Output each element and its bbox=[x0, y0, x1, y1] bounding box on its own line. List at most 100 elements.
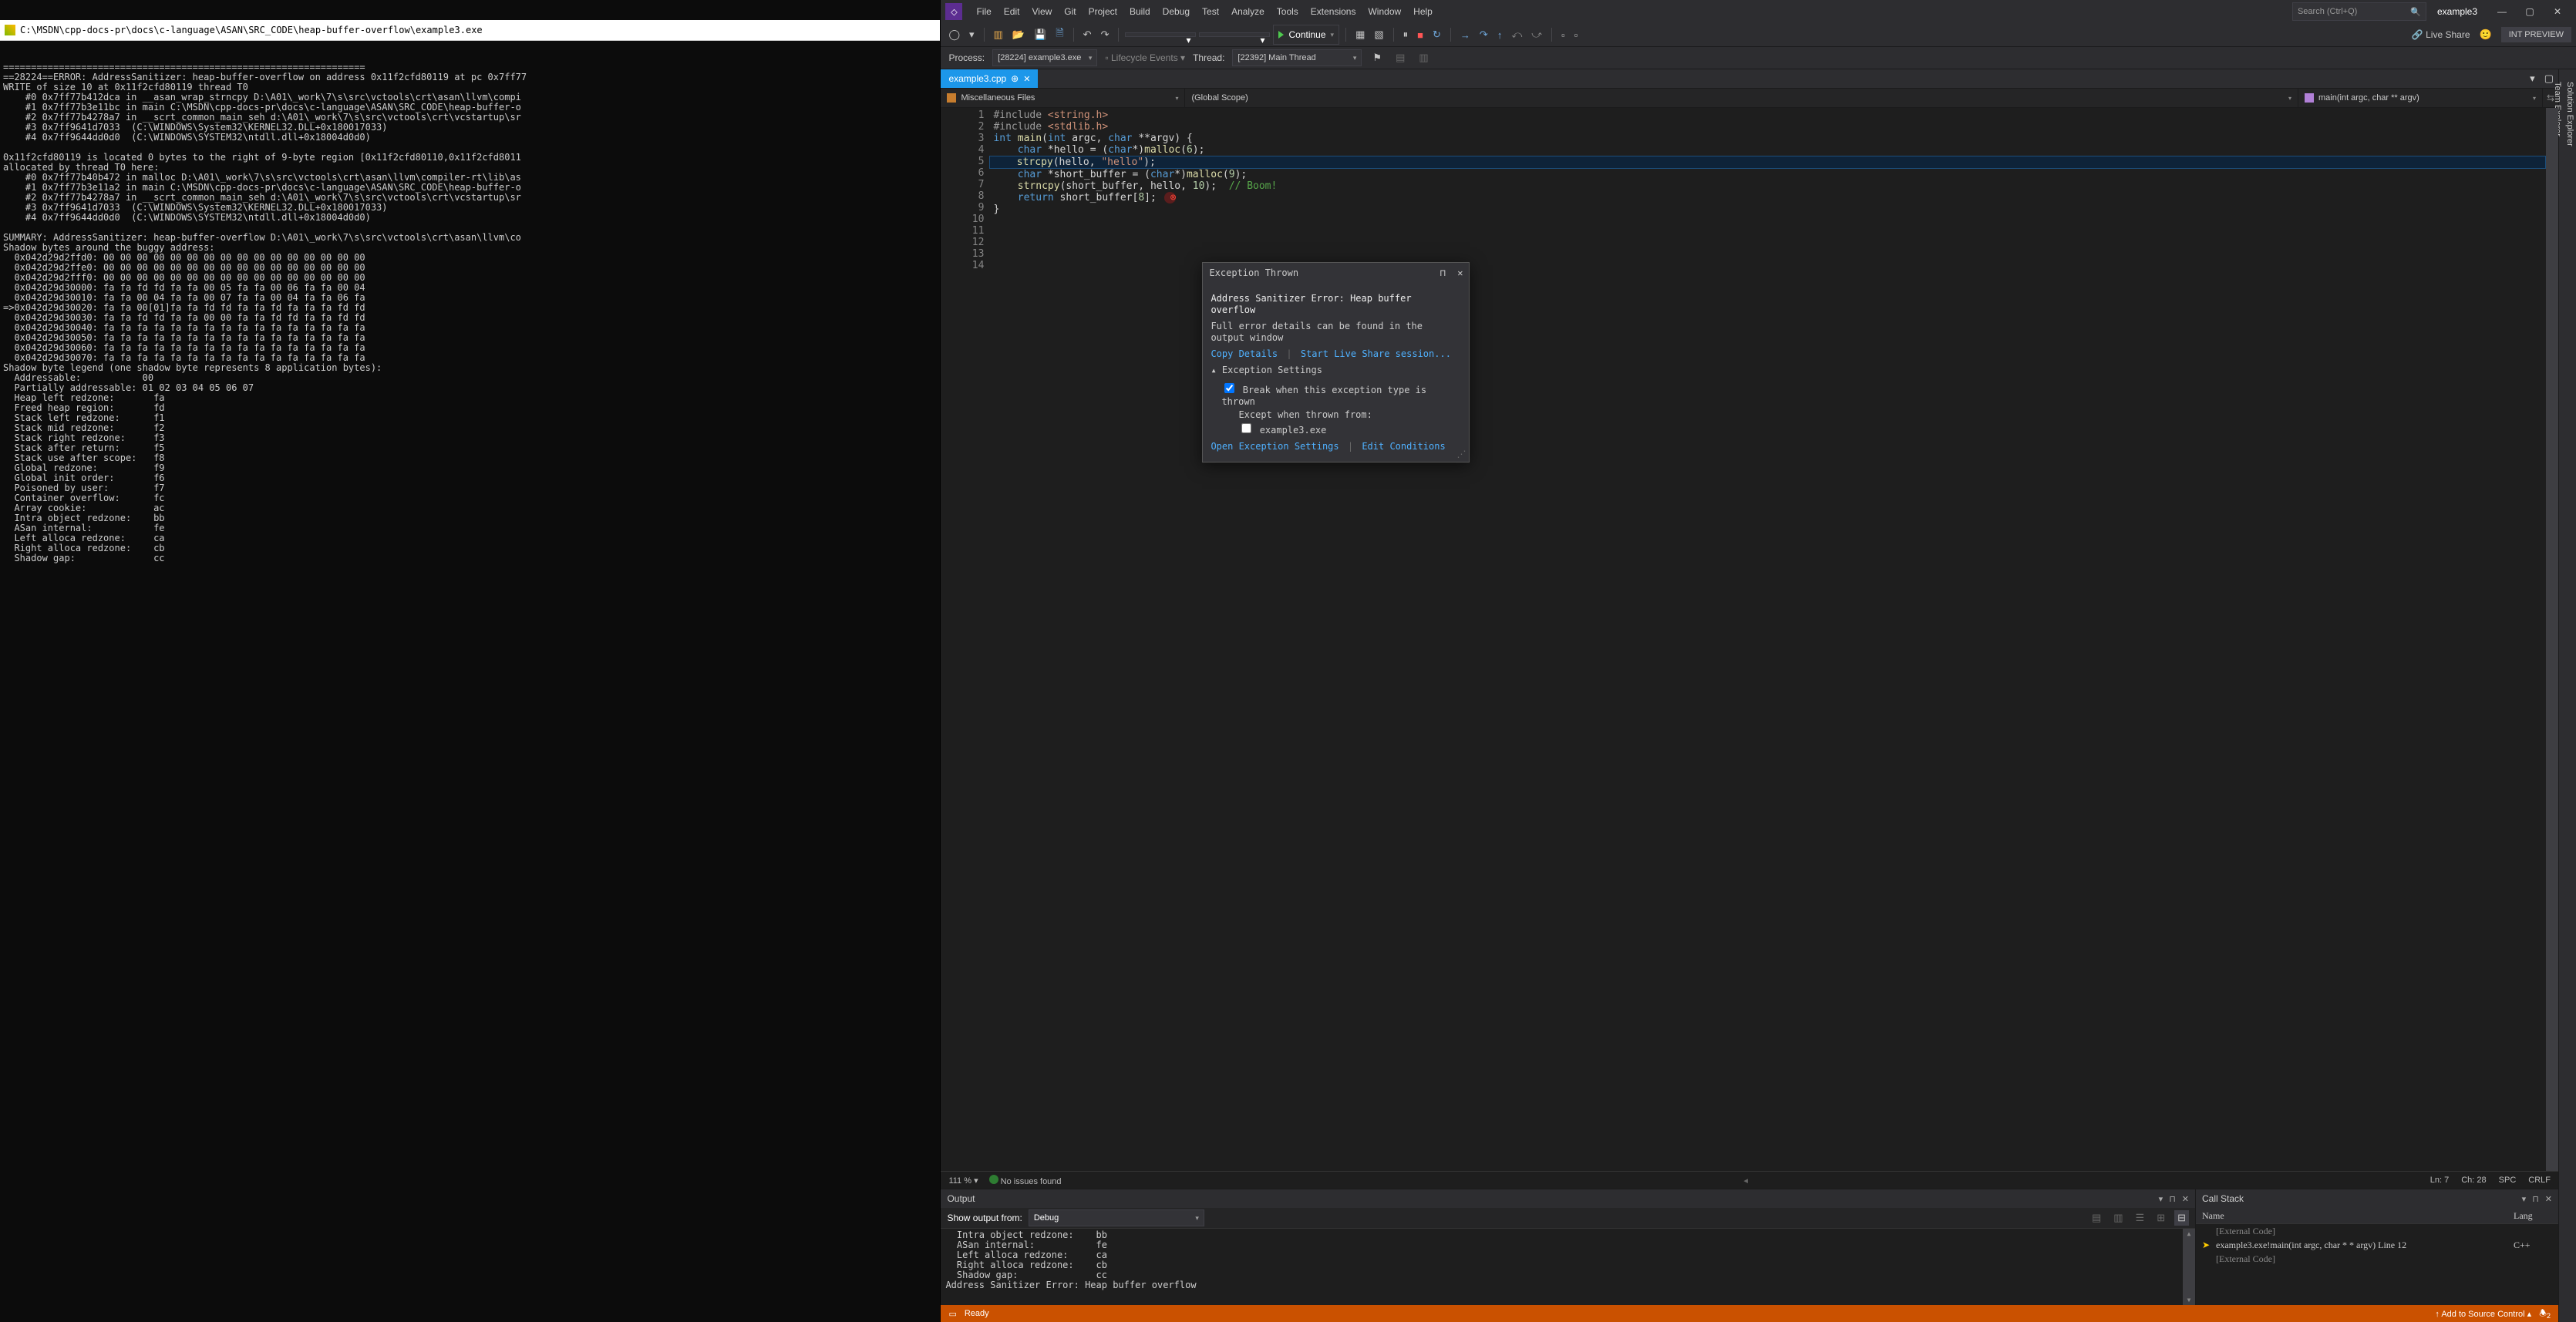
forward-icon[interactable]: ▾ bbox=[966, 27, 978, 42]
liveshare-link[interactable]: Start Live Share session... bbox=[1301, 348, 1451, 359]
menu-project[interactable]: Project bbox=[1083, 0, 1123, 23]
output-source-dropdown[interactable]: Debug bbox=[1029, 1209, 1204, 1226]
code-line[interactable]: return short_buffer[8]; ⊗ bbox=[990, 192, 2546, 204]
process-dropdown[interactable]: [28224] example3.exe bbox=[992, 49, 1097, 66]
menu-help[interactable]: Help bbox=[1407, 0, 1439, 23]
pane-dropdown-icon[interactable]: ▾ bbox=[2159, 1194, 2164, 1204]
issues-status[interactable]: No issues found bbox=[989, 1175, 1062, 1186]
zoom-level[interactable]: 111 % ▾ bbox=[948, 1176, 978, 1186]
save-icon[interactable]: 💾 bbox=[1031, 27, 1049, 42]
save-all-icon[interactable]: 🗎 bbox=[1052, 25, 1066, 45]
tab-menu-icon[interactable]: ▾ bbox=[2525, 69, 2540, 88]
pause-icon[interactable]: ⏸ bbox=[1400, 27, 1412, 42]
code-line[interactable]: strcpy(hello, "hello"); bbox=[989, 156, 2546, 169]
thread-dropdown[interactable]: [22392] Main Thread bbox=[1232, 49, 1362, 66]
break-checkbox[interactable]: Break when this exception type is thrown bbox=[1221, 385, 1426, 407]
feedback-icon[interactable]: 🙂 bbox=[2477, 27, 2495, 42]
pin-icon[interactable]: ⊓ bbox=[1440, 267, 1446, 278]
indent-mode[interactable]: SPC bbox=[2499, 1176, 2517, 1185]
solution-explorer-tab[interactable]: Solution Explorer bbox=[2564, 77, 2576, 1322]
undo-icon[interactable]: ↶ bbox=[1080, 27, 1095, 42]
stop-icon[interactable]: ■ bbox=[1414, 28, 1426, 42]
menu-file[interactable]: File bbox=[970, 0, 997, 23]
code-line[interactable]: #include <stdlib.h> bbox=[990, 121, 2546, 133]
config-dropdown[interactable]: ▾ bbox=[1125, 32, 1196, 37]
notifications-icon[interactable]: 🕭2 bbox=[2539, 1307, 2551, 1321]
popup-close-icon[interactable]: ✕ bbox=[1457, 267, 1463, 278]
line-ending[interactable]: CRLF bbox=[2528, 1176, 2551, 1185]
step-over-icon[interactable]: ↷ bbox=[1477, 27, 1491, 42]
cs-col-name[interactable]: Name bbox=[2202, 1209, 2514, 1222]
output-tb4-icon[interactable]: ⊞ bbox=[2153, 1210, 2168, 1226]
except-item-checkbox[interactable]: example3.exe bbox=[1238, 425, 1326, 436]
db-icon[interactable]: ▦ bbox=[1352, 27, 1368, 42]
add-source-control[interactable]: ↑ Add to Source Control ▴ bbox=[2435, 1309, 2531, 1319]
stack2-icon[interactable]: ▥ bbox=[1416, 50, 1431, 66]
live-share-button[interactable]: 🔗 Live Share bbox=[2406, 27, 2477, 42]
breadcrumb-function[interactable]: main(int argc, char ** argv) bbox=[2298, 89, 2543, 107]
continue-button[interactable]: Continue ▾ bbox=[1273, 25, 1339, 45]
callstack-row[interactable]: ➤example3.exe!main(int argc, char * * ar… bbox=[2196, 1238, 2558, 1252]
output-tb5-icon[interactable]: ⊟ bbox=[2174, 1210, 2189, 1226]
pane-pin-icon[interactable]: ⊓ bbox=[2169, 1194, 2176, 1204]
callstack-body[interactable]: NameLang [External Code]➤example3.exe!ma… bbox=[2196, 1208, 2558, 1305]
output-body[interactable]: Intra object redzone: bb ASan internal: … bbox=[941, 1229, 2195, 1305]
console-output[interactable]: ========================================… bbox=[0, 61, 940, 565]
code-line[interactable]: #include <string.h> bbox=[990, 109, 2546, 121]
code-line[interactable]: char *short_buffer = (char*)malloc(9); bbox=[990, 169, 2546, 180]
open-settings-link[interactable]: Open Exception Settings bbox=[1211, 441, 1339, 452]
menu-edit[interactable]: Edit bbox=[998, 0, 1026, 23]
menu-git[interactable]: Git bbox=[1058, 0, 1082, 23]
minimize-button[interactable]: — bbox=[2488, 0, 2516, 23]
callstack-row[interactable]: [External Code] bbox=[2196, 1224, 2558, 1238]
exception-settings-header[interactable]: ▴ Exception Settings bbox=[1211, 365, 1461, 376]
step-fwd-icon[interactable]: ⤻ bbox=[1528, 27, 1545, 42]
step-out-icon[interactable]: ↑ bbox=[1494, 28, 1506, 42]
tab-close-icon[interactable]: ✕ bbox=[1023, 74, 1030, 84]
cs-dropdown-icon[interactable]: ▾ bbox=[2522, 1194, 2527, 1204]
breadcrumb-scope[interactable]: (Global Scope) bbox=[1185, 89, 2298, 107]
open-icon[interactable]: 📂 bbox=[1009, 27, 1028, 42]
tab-example3-cpp[interactable]: example3.cpp ⊕ ✕ bbox=[941, 69, 1038, 88]
output-scrollbar[interactable]: ▴▾ bbox=[2183, 1229, 2195, 1305]
code-line[interactable]: char *hello = (char*)malloc(6); bbox=[990, 144, 2546, 156]
restart-icon[interactable]: ↻ bbox=[1429, 27, 1444, 42]
redo-icon[interactable]: ↷ bbox=[1098, 27, 1113, 42]
cs-pin-icon[interactable]: ⊓ bbox=[2532, 1194, 2539, 1204]
step-back-icon[interactable]: ⤺ bbox=[1508, 27, 1525, 42]
copy-details-link[interactable]: Copy Details bbox=[1211, 348, 1278, 359]
output-tb3-icon[interactable]: ☰ bbox=[2133, 1210, 2148, 1226]
lifecycle-dropdown[interactable]: ▫ Lifecycle Events ▾ bbox=[1105, 52, 1185, 63]
maximize-button[interactable]: ▢ bbox=[2516, 0, 2544, 23]
new-icon[interactable]: ▥ bbox=[991, 27, 1006, 42]
code-line[interactable]: strncpy(short_buffer, hello, 10); // Boo… bbox=[990, 180, 2546, 192]
flag-icon[interactable]: ⚑ bbox=[1369, 50, 1385, 66]
ext2-icon[interactable]: ▫ bbox=[1571, 28, 1581, 42]
code-line[interactable]: int main(int argc, char **argv) { bbox=[990, 133, 2546, 144]
callstack-row[interactable]: [External Code] bbox=[2196, 1252, 2558, 1266]
back-icon[interactable]: ◯ bbox=[945, 27, 963, 42]
menu-view[interactable]: View bbox=[1025, 0, 1058, 23]
menu-test[interactable]: Test bbox=[1196, 0, 1225, 23]
output-tb1-icon[interactable]: ▤ bbox=[2089, 1210, 2104, 1226]
console-titlebar[interactable]: C:\MSDN\cpp-docs-pr\docs\c-language\ASAN… bbox=[0, 20, 940, 41]
menu-window[interactable]: Window bbox=[1362, 0, 1407, 23]
menu-extensions[interactable]: Extensions bbox=[1305, 0, 1362, 23]
platform-dropdown[interactable]: ▾ bbox=[1199, 32, 1270, 37]
step-into-icon[interactable]: → bbox=[1457, 28, 1473, 42]
menu-debug[interactable]: Debug bbox=[1157, 0, 1196, 23]
editor-scrollbar[interactable] bbox=[2546, 108, 2558, 1171]
edit-conditions-link[interactable]: Edit Conditions bbox=[1362, 441, 1445, 452]
ext1-icon[interactable]: ▫ bbox=[1558, 28, 1568, 42]
stack-icon[interactable]: ▤ bbox=[1392, 50, 1408, 66]
resize-grip-icon[interactable]: ⋰ bbox=[1456, 449, 1466, 460]
search-box[interactable]: Search (Ctrl+Q) 🔍 bbox=[2292, 2, 2426, 21]
code-line[interactable]: } bbox=[990, 204, 2546, 215]
cs-col-lang[interactable]: Lang bbox=[2514, 1209, 2552, 1222]
menu-build[interactable]: Build bbox=[1123, 0, 1157, 23]
code-editor[interactable]: 1234567891011121314 #include <string.h>#… bbox=[941, 108, 2558, 1171]
breadcrumb-project[interactable]: Miscellaneous Files bbox=[941, 89, 1185, 107]
db2-icon[interactable]: ▧ bbox=[1371, 27, 1386, 42]
menu-analyze[interactable]: Analyze bbox=[1225, 0, 1271, 23]
close-button[interactable]: ✕ bbox=[2544, 0, 2571, 23]
